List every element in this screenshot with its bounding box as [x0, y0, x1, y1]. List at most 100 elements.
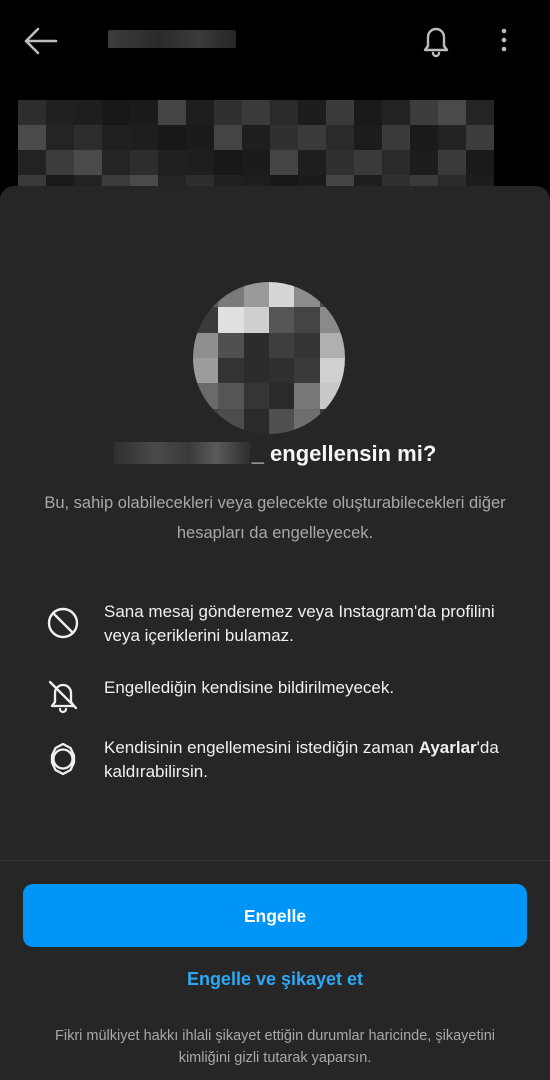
- avatar-pixel: [269, 332, 295, 358]
- avatar-pixel: [319, 332, 345, 358]
- avatar-pixel: [218, 307, 244, 333]
- avatar-pixel: [269, 383, 295, 409]
- dialog-title-text: _ engellensin mi?: [251, 441, 437, 466]
- header-pixel: [130, 125, 158, 150]
- header-pixel: [18, 125, 46, 150]
- header-pixel: [74, 125, 102, 150]
- avatar-pixel: [319, 307, 345, 333]
- avatar-pixel: [243, 307, 269, 333]
- header-pixel: [382, 150, 410, 175]
- avatar-pixel: [193, 282, 219, 308]
- info-text-not-notified: Engellediğin kendisine bildirilmeyecek.: [104, 678, 395, 697]
- settings-icon: [50, 742, 76, 776]
- header-pixel: [410, 125, 438, 150]
- header-pixel: [298, 125, 326, 150]
- notifications-button[interactable]: [419, 22, 453, 58]
- header-pixel: [186, 150, 214, 175]
- avatar-pixel: [294, 307, 320, 333]
- avatar-pixel: [193, 408, 219, 434]
- more-vertical-icon: [501, 28, 507, 52]
- bell-off-icon: [48, 680, 78, 714]
- header-pixel: [354, 100, 382, 125]
- header-pixel: [410, 150, 438, 175]
- header-pixel: [158, 100, 186, 125]
- avatar-pixel: [193, 358, 219, 384]
- header-pixel: [158, 125, 186, 150]
- block-button[interactable]: Engelle: [23, 884, 527, 947]
- avatar-pixel: [319, 282, 345, 308]
- header-pixel: [298, 150, 326, 175]
- header-pixel: [438, 150, 466, 175]
- header-pixel: [214, 125, 242, 150]
- avatar-pixel: [319, 383, 345, 409]
- username-redacted: [108, 30, 236, 48]
- avatar: [193, 282, 345, 434]
- header-pixel: [466, 125, 494, 150]
- avatar-pixel: [294, 358, 320, 384]
- info-text-settings: Kendisinin engellemesini istediğin zaman…: [104, 736, 524, 784]
- header-pixel: [130, 150, 158, 175]
- header-pixel: [438, 125, 466, 150]
- avatar-pixel: [269, 307, 295, 333]
- header-pixel: [130, 100, 158, 125]
- settings-link-text: Ayarlar: [418, 738, 477, 757]
- bell-icon: [423, 27, 449, 58]
- divider: [0, 860, 550, 861]
- header-pixel: [74, 150, 102, 175]
- avatar-pixel: [294, 332, 320, 358]
- info-text-no-message: Sana mesaj gönderemez veya Instagram'da …: [104, 602, 495, 645]
- no-message-icon: [47, 607, 79, 639]
- avatar-pixel: [269, 408, 295, 434]
- header-pixel: [186, 100, 214, 125]
- arrow-left-icon: [24, 27, 58, 55]
- header-pixel: [242, 150, 270, 175]
- header-pixel: [46, 100, 74, 125]
- header-pixel: [102, 125, 130, 150]
- header-pixel: [438, 100, 466, 125]
- header-pixel: [46, 150, 74, 175]
- back-button[interactable]: [20, 24, 60, 58]
- header-pixel: [158, 150, 186, 175]
- dialog-subtitle: Bu, sahip olabilecekleri veya gelecekte …: [44, 494, 506, 542]
- avatar-pixel: [243, 358, 269, 384]
- avatar-pixel: [319, 358, 345, 384]
- header-pixel: [270, 150, 298, 175]
- avatar-pixel: [243, 383, 269, 409]
- header-pixel: [354, 150, 382, 175]
- header-pixel: [18, 150, 46, 175]
- avatar-pixel: [294, 383, 320, 409]
- avatar-pixel: [294, 282, 320, 308]
- avatar-pixel: [193, 307, 219, 333]
- block-and-report-link[interactable]: Engelle ve şikayet et: [0, 969, 550, 990]
- header-pixel: [214, 150, 242, 175]
- avatar-pixel: [319, 408, 345, 434]
- header-pixel: [214, 100, 242, 125]
- block-dialog-sheet: _ engellensin mi? Bu, sahip olabilecekle…: [0, 186, 550, 1080]
- header-pixel: [466, 100, 494, 125]
- header-pixel: [18, 100, 46, 125]
- username-redacted: [113, 442, 250, 464]
- more-options-button[interactable]: [494, 24, 514, 56]
- header-pixel: [242, 125, 270, 150]
- avatar-pixel: [218, 358, 244, 384]
- header-pixel: [102, 150, 130, 175]
- footer-note: Fikri mülkiyet hakkı ihlali şikayet etti…: [55, 1028, 495, 1066]
- header-pixel: [382, 100, 410, 125]
- avatar-pixel: [218, 383, 244, 409]
- avatar-pixel: [218, 332, 244, 358]
- avatar-pixel: [294, 408, 320, 434]
- avatar-pixel: [218, 408, 244, 434]
- header-pixel: [46, 125, 74, 150]
- profile-header-redacted: [18, 100, 494, 200]
- header-pixel: [326, 150, 354, 175]
- header-pixel: [326, 100, 354, 125]
- avatar-pixel: [243, 282, 269, 308]
- avatar-pixel: [218, 282, 244, 308]
- avatar-pixel: [243, 332, 269, 358]
- dialog-title: _ engellensin mi?: [0, 441, 550, 467]
- header-pixel: [298, 100, 326, 125]
- avatar-pixel: [269, 358, 295, 384]
- top-bar: [0, 0, 550, 84]
- avatar-pixel: [269, 282, 295, 308]
- header-pixel: [466, 150, 494, 175]
